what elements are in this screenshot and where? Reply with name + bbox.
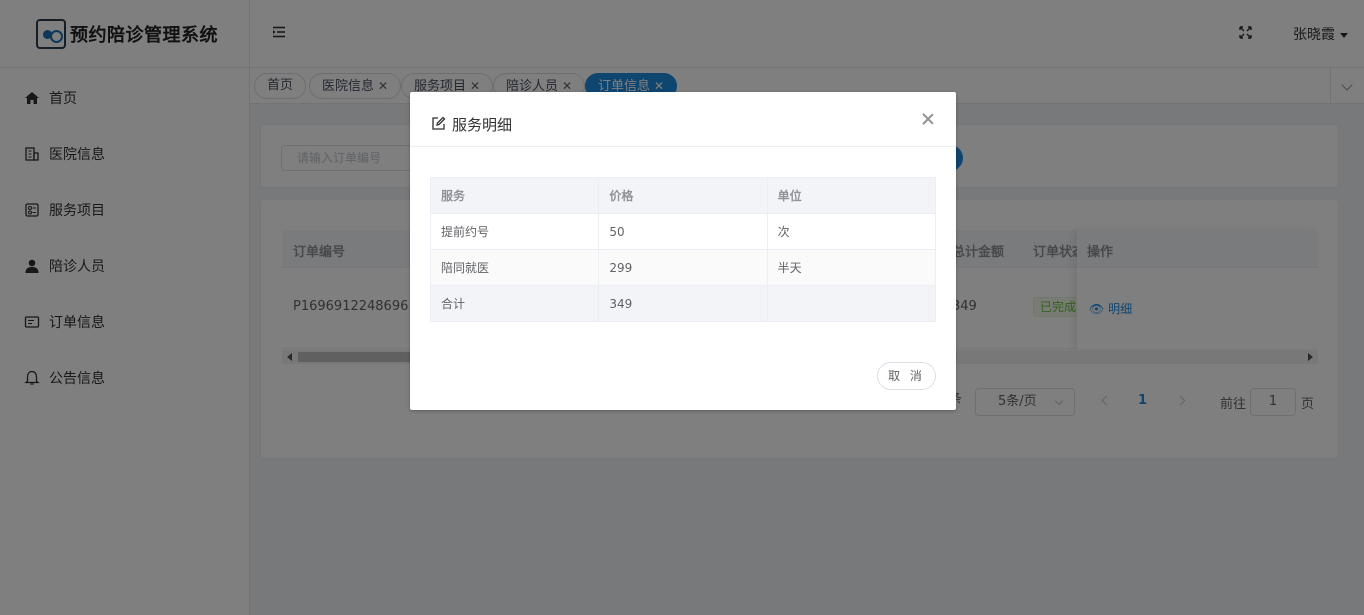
- dialog-title: 服务明细: [452, 116, 513, 134]
- edit-icon: [431, 116, 446, 131]
- col-unit: 单位: [766, 177, 937, 214]
- service-name: 陪同就医: [429, 249, 600, 286]
- col-service: 服务: [429, 177, 600, 214]
- service-name: 提前约号: [429, 213, 600, 250]
- total-row: 合计 349: [429, 285, 937, 322]
- total-unit: [766, 285, 937, 322]
- service-price: 50: [598, 213, 768, 250]
- service-detail-dialog: 服务明细 服务 价格 单位 提前约号 50 次 陪同就医 299 半天 合计 3…: [410, 92, 956, 410]
- table-row: 提前约号 50 次: [429, 213, 937, 250]
- service-table: 服务 价格 单位 提前约号 50 次 陪同就医 299 半天 合计 349: [429, 177, 937, 322]
- cancel-button[interactable]: 取 消: [877, 362, 936, 390]
- service-unit: 半天: [766, 249, 937, 286]
- table-header: 服务 价格 单位: [429, 177, 937, 214]
- total-label: 合计: [429, 285, 600, 322]
- close-icon[interactable]: [922, 113, 934, 125]
- dialog-header: 服务明细: [410, 92, 956, 147]
- total-price: 349: [598, 285, 768, 322]
- table-row: 陪同就医 299 半天: [429, 249, 937, 286]
- service-price: 299: [598, 249, 768, 286]
- service-unit: 次: [766, 213, 937, 250]
- col-price: 价格: [598, 177, 768, 214]
